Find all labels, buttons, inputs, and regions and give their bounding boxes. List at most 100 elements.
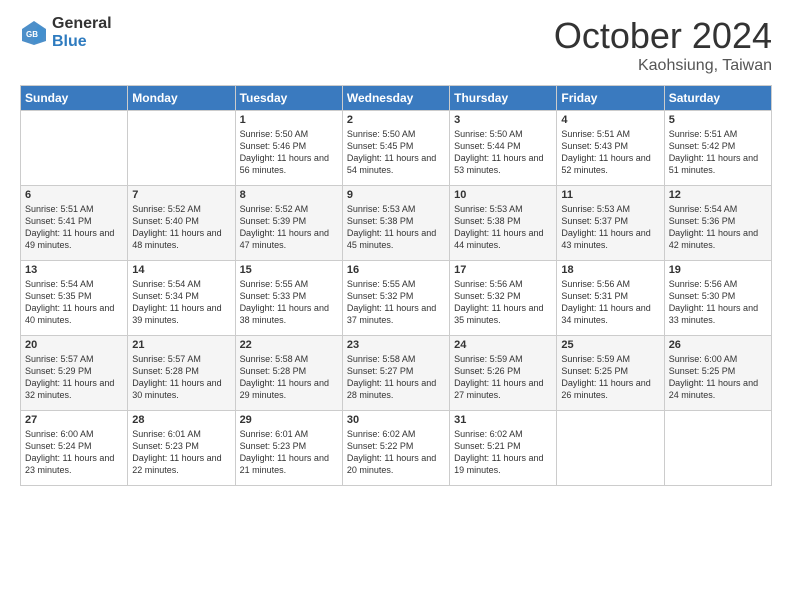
- day-info: Sunrise: 5:55 AMSunset: 5:33 PMDaylight:…: [240, 279, 329, 325]
- page: GB General Blue October 2024 Kaohsiung, …: [0, 0, 792, 612]
- svg-text:GB: GB: [26, 30, 38, 39]
- logo-blue-text: Blue: [52, 33, 112, 51]
- day-number: 30: [347, 414, 445, 426]
- week-row-3: 13 Sunrise: 5:54 AMSunset: 5:35 PMDaylig…: [21, 261, 772, 336]
- calendar-cell: [557, 411, 664, 486]
- calendar-cell: 25 Sunrise: 5:59 AMSunset: 5:25 PMDaylig…: [557, 336, 664, 411]
- week-row-5: 27 Sunrise: 6:00 AMSunset: 5:24 PMDaylig…: [21, 411, 772, 486]
- calendar-cell: 20 Sunrise: 5:57 AMSunset: 5:29 PMDaylig…: [21, 336, 128, 411]
- day-number: 17: [454, 264, 552, 276]
- week-row-1: 1 Sunrise: 5:50 AMSunset: 5:46 PMDayligh…: [21, 111, 772, 186]
- calendar-cell: 17 Sunrise: 5:56 AMSunset: 5:32 PMDaylig…: [450, 261, 557, 336]
- calendar-cell: 3 Sunrise: 5:50 AMSunset: 5:44 PMDayligh…: [450, 111, 557, 186]
- calendar-cell: 11 Sunrise: 5:53 AMSunset: 5:37 PMDaylig…: [557, 186, 664, 261]
- day-number: 20: [25, 339, 123, 351]
- logo-general-text: General: [52, 15, 112, 33]
- weekday-header-saturday: Saturday: [664, 86, 771, 111]
- day-number: 24: [454, 339, 552, 351]
- calendar-cell: 31 Sunrise: 6:02 AMSunset: 5:21 PMDaylig…: [450, 411, 557, 486]
- calendar-cell: 16 Sunrise: 5:55 AMSunset: 5:32 PMDaylig…: [342, 261, 449, 336]
- day-number: 13: [25, 264, 123, 276]
- day-info: Sunrise: 5:56 AMSunset: 5:31 PMDaylight:…: [561, 279, 650, 325]
- day-info: Sunrise: 5:57 AMSunset: 5:28 PMDaylight:…: [132, 354, 221, 400]
- location-title: Kaohsiung, Taiwan: [554, 57, 772, 75]
- day-number: 11: [561, 189, 659, 201]
- day-info: Sunrise: 6:02 AMSunset: 5:22 PMDaylight:…: [347, 429, 436, 475]
- day-number: 4: [561, 114, 659, 126]
- calendar-cell: 4 Sunrise: 5:51 AMSunset: 5:43 PMDayligh…: [557, 111, 664, 186]
- day-info: Sunrise: 5:55 AMSunset: 5:32 PMDaylight:…: [347, 279, 436, 325]
- day-number: 25: [561, 339, 659, 351]
- calendar-cell: 19 Sunrise: 5:56 AMSunset: 5:30 PMDaylig…: [664, 261, 771, 336]
- calendar-cell: 10 Sunrise: 5:53 AMSunset: 5:38 PMDaylig…: [450, 186, 557, 261]
- day-number: 5: [669, 114, 767, 126]
- day-number: 15: [240, 264, 338, 276]
- day-info: Sunrise: 6:01 AMSunset: 5:23 PMDaylight:…: [132, 429, 221, 475]
- weekday-header-wednesday: Wednesday: [342, 86, 449, 111]
- calendar-cell: 8 Sunrise: 5:52 AMSunset: 5:39 PMDayligh…: [235, 186, 342, 261]
- day-number: 27: [25, 414, 123, 426]
- calendar-cell: [128, 111, 235, 186]
- day-number: 6: [25, 189, 123, 201]
- day-info: Sunrise: 5:58 AMSunset: 5:28 PMDaylight:…: [240, 354, 329, 400]
- day-info: Sunrise: 6:01 AMSunset: 5:23 PMDaylight:…: [240, 429, 329, 475]
- day-info: Sunrise: 5:56 AMSunset: 5:30 PMDaylight:…: [669, 279, 758, 325]
- day-info: Sunrise: 5:50 AMSunset: 5:45 PMDaylight:…: [347, 129, 436, 175]
- title-block: October 2024 Kaohsiung, Taiwan: [554, 15, 772, 75]
- weekday-header-monday: Monday: [128, 86, 235, 111]
- day-number: 9: [347, 189, 445, 201]
- day-info: Sunrise: 6:00 AMSunset: 5:25 PMDaylight:…: [669, 354, 758, 400]
- day-number: 2: [347, 114, 445, 126]
- calendar-cell: 28 Sunrise: 6:01 AMSunset: 5:23 PMDaylig…: [128, 411, 235, 486]
- week-row-2: 6 Sunrise: 5:51 AMSunset: 5:41 PMDayligh…: [21, 186, 772, 261]
- calendar-cell: 21 Sunrise: 5:57 AMSunset: 5:28 PMDaylig…: [128, 336, 235, 411]
- calendar-cell: 6 Sunrise: 5:51 AMSunset: 5:41 PMDayligh…: [21, 186, 128, 261]
- day-info: Sunrise: 5:52 AMSunset: 5:40 PMDaylight:…: [132, 204, 221, 250]
- weekday-header-row: SundayMondayTuesdayWednesdayThursdayFrid…: [21, 86, 772, 111]
- day-info: Sunrise: 5:51 AMSunset: 5:41 PMDaylight:…: [25, 204, 114, 250]
- calendar-cell: 22 Sunrise: 5:58 AMSunset: 5:28 PMDaylig…: [235, 336, 342, 411]
- logo-icon: GB: [20, 19, 48, 47]
- header: GB General Blue October 2024 Kaohsiung, …: [20, 15, 772, 75]
- day-info: Sunrise: 5:54 AMSunset: 5:35 PMDaylight:…: [25, 279, 114, 325]
- calendar-cell: 5 Sunrise: 5:51 AMSunset: 5:42 PMDayligh…: [664, 111, 771, 186]
- day-number: 28: [132, 414, 230, 426]
- day-number: 8: [240, 189, 338, 201]
- day-info: Sunrise: 5:51 AMSunset: 5:42 PMDaylight:…: [669, 129, 758, 175]
- day-info: Sunrise: 5:51 AMSunset: 5:43 PMDaylight:…: [561, 129, 650, 175]
- week-row-4: 20 Sunrise: 5:57 AMSunset: 5:29 PMDaylig…: [21, 336, 772, 411]
- day-info: Sunrise: 5:59 AMSunset: 5:25 PMDaylight:…: [561, 354, 650, 400]
- day-info: Sunrise: 5:54 AMSunset: 5:36 PMDaylight:…: [669, 204, 758, 250]
- day-number: 18: [561, 264, 659, 276]
- logo: GB General Blue: [20, 15, 112, 50]
- calendar-cell: 12 Sunrise: 5:54 AMSunset: 5:36 PMDaylig…: [664, 186, 771, 261]
- day-info: Sunrise: 5:58 AMSunset: 5:27 PMDaylight:…: [347, 354, 436, 400]
- day-number: 26: [669, 339, 767, 351]
- calendar-cell: [21, 111, 128, 186]
- calendar-cell: 9 Sunrise: 5:53 AMSunset: 5:38 PMDayligh…: [342, 186, 449, 261]
- day-number: 21: [132, 339, 230, 351]
- calendar-cell: 24 Sunrise: 5:59 AMSunset: 5:26 PMDaylig…: [450, 336, 557, 411]
- calendar-cell: 7 Sunrise: 5:52 AMSunset: 5:40 PMDayligh…: [128, 186, 235, 261]
- day-info: Sunrise: 6:02 AMSunset: 5:21 PMDaylight:…: [454, 429, 543, 475]
- day-info: Sunrise: 5:53 AMSunset: 5:38 PMDaylight:…: [347, 204, 436, 250]
- calendar-cell: 15 Sunrise: 5:55 AMSunset: 5:33 PMDaylig…: [235, 261, 342, 336]
- calendar-cell: 13 Sunrise: 5:54 AMSunset: 5:35 PMDaylig…: [21, 261, 128, 336]
- day-number: 3: [454, 114, 552, 126]
- calendar-cell: 27 Sunrise: 6:00 AMSunset: 5:24 PMDaylig…: [21, 411, 128, 486]
- day-info: Sunrise: 5:50 AMSunset: 5:46 PMDaylight:…: [240, 129, 329, 175]
- day-info: Sunrise: 5:53 AMSunset: 5:38 PMDaylight:…: [454, 204, 543, 250]
- day-number: 31: [454, 414, 552, 426]
- day-number: 23: [347, 339, 445, 351]
- day-number: 10: [454, 189, 552, 201]
- calendar-cell: 26 Sunrise: 6:00 AMSunset: 5:25 PMDaylig…: [664, 336, 771, 411]
- day-info: Sunrise: 5:59 AMSunset: 5:26 PMDaylight:…: [454, 354, 543, 400]
- calendar-cell: 14 Sunrise: 5:54 AMSunset: 5:34 PMDaylig…: [128, 261, 235, 336]
- day-number: 22: [240, 339, 338, 351]
- day-number: 7: [132, 189, 230, 201]
- day-number: 29: [240, 414, 338, 426]
- day-number: 1: [240, 114, 338, 126]
- day-info: Sunrise: 6:00 AMSunset: 5:24 PMDaylight:…: [25, 429, 114, 475]
- day-info: Sunrise: 5:54 AMSunset: 5:34 PMDaylight:…: [132, 279, 221, 325]
- day-number: 12: [669, 189, 767, 201]
